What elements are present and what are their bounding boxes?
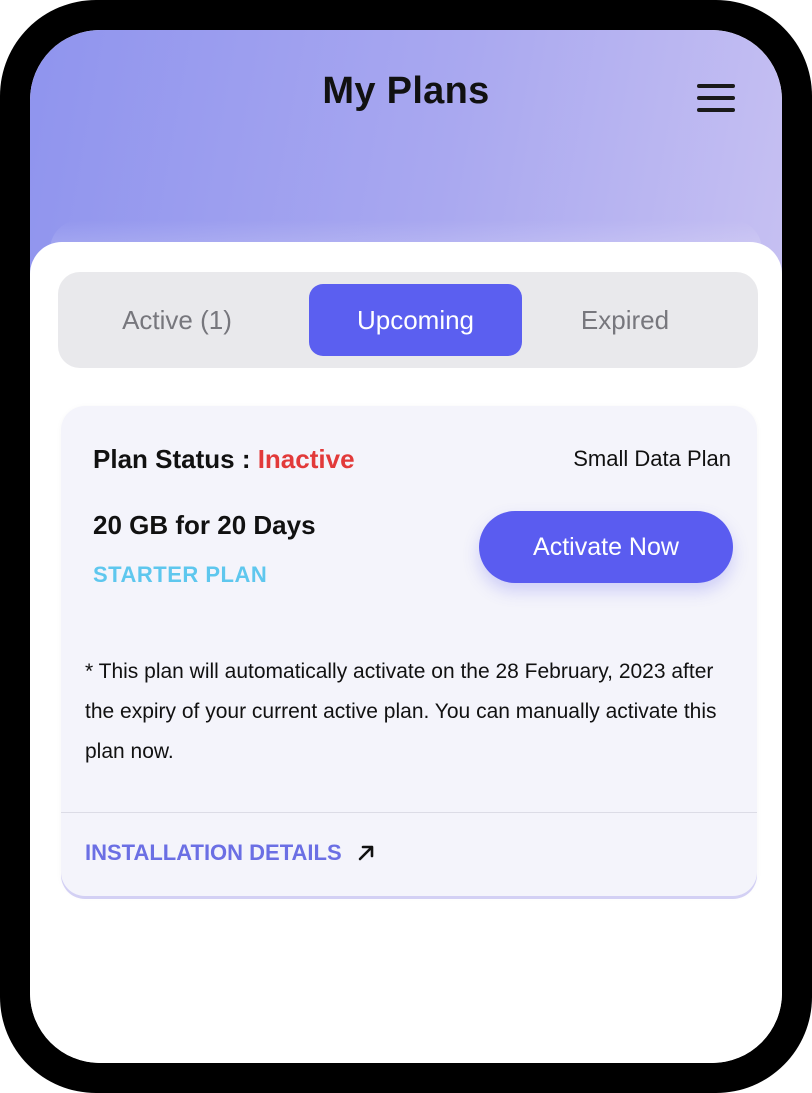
plan-type: Small Data Plan bbox=[573, 446, 731, 471]
plan-note: * This plan will automatically activate … bbox=[85, 660, 717, 763]
tab-upcoming[interactable]: Upcoming bbox=[309, 284, 522, 356]
plan-status-label: Plan Status : bbox=[93, 444, 258, 474]
plan-amount: 20 GB for 20 Days bbox=[93, 510, 316, 540]
plan-card: Plan Status : Inactive Small Data Plan 2… bbox=[61, 406, 757, 896]
content-sheet: Active (1) Upcoming Expired Plan Status … bbox=[30, 242, 782, 1063]
plan-tabs: Active (1) Upcoming Expired bbox=[58, 272, 758, 368]
plan-status: Plan Status : Inactive bbox=[93, 444, 355, 475]
plan-name: STARTER PLAN bbox=[93, 562, 268, 587]
tab-active[interactable]: Active (1) bbox=[58, 284, 296, 356]
device-frame: My Plans Active (1) Upcoming Expired Pla… bbox=[0, 0, 812, 1093]
app-screen: My Plans Active (1) Upcoming Expired Pla… bbox=[30, 30, 782, 1063]
card-divider bbox=[61, 812, 757, 813]
installation-details-label: INSTALLATION DETAILS bbox=[85, 840, 342, 865]
page-title: My Plans bbox=[322, 70, 490, 112]
arrow-up-right-icon bbox=[358, 845, 373, 861]
installation-details-link[interactable]: INSTALLATION DETAILS bbox=[85, 840, 376, 866]
plan-status-value: Inactive bbox=[257, 444, 355, 474]
tab-expired[interactable]: Expired bbox=[524, 284, 726, 356]
hamburger-menu-icon[interactable] bbox=[697, 84, 735, 112]
activate-now-button[interactable]: Activate Now bbox=[479, 511, 733, 583]
